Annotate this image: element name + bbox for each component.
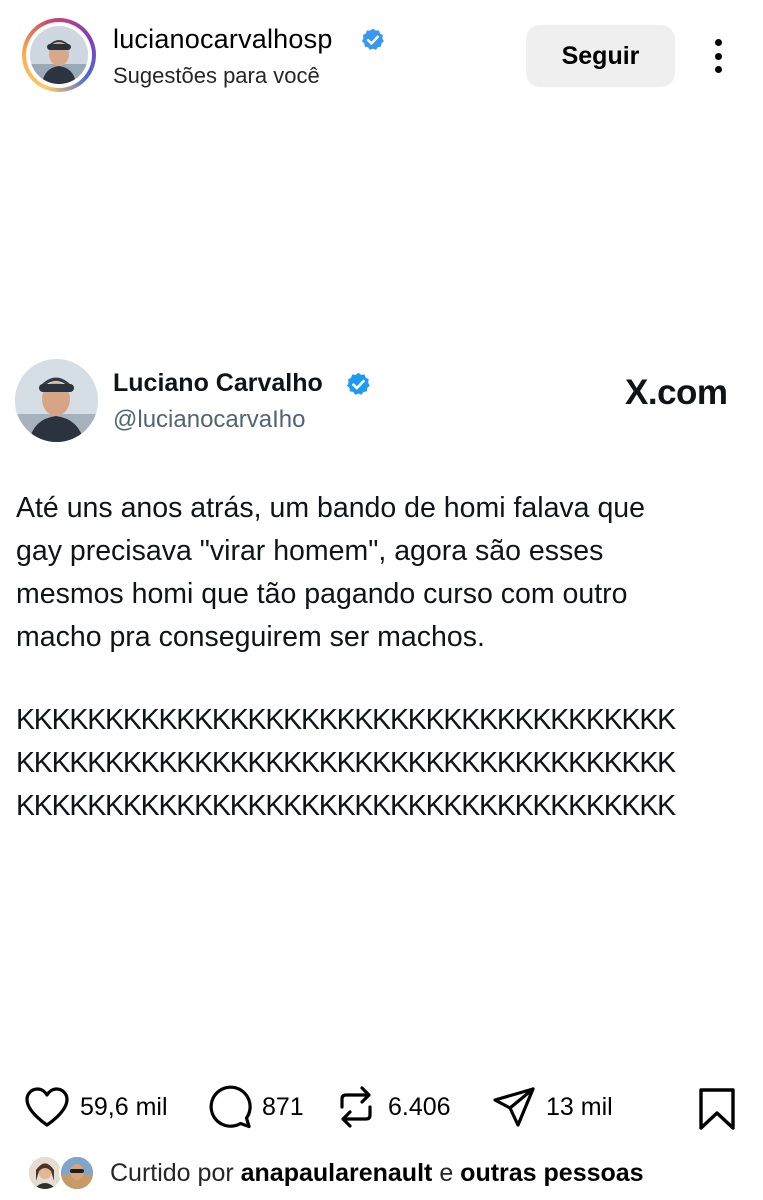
- follow-button[interactable]: Seguir: [526, 25, 675, 87]
- story-ring[interactable]: [22, 18, 96, 92]
- tweet-avatar: [15, 359, 98, 442]
- save-button[interactable]: [697, 1080, 737, 1138]
- liked-by-row[interactable]: Curtido por anapaularenault e outras pes…: [27, 1153, 757, 1193]
- like-button[interactable]: 59,6 mil: [24, 1078, 168, 1136]
- more-options-icon[interactable]: [703, 36, 733, 76]
- repost-count: 6.406: [388, 1092, 451, 1121]
- avatar[interactable]: [30, 26, 88, 84]
- tweet-text: Até uns anos atrás, um bando de homi fal…: [16, 492, 645, 653]
- tweet-source-label: X.com: [625, 373, 728, 412]
- liker-avatar-photo: [61, 1157, 93, 1189]
- tweet-verified-icon: [347, 372, 370, 395]
- comment-count: 871: [262, 1092, 304, 1121]
- liked-by-username[interactable]: anapaularenault: [241, 1159, 433, 1187]
- bookmark-icon[interactable]: [697, 1087, 737, 1131]
- action-bar: 59,6 mil 871 6.406 13 mil: [0, 1078, 763, 1136]
- send-icon[interactable]: [492, 1085, 536, 1129]
- avatar-photo: [30, 26, 88, 84]
- post-header: lucianocarvalhosp Sugestões para você Se…: [0, 0, 763, 112]
- tweet-avatar-photo: [15, 359, 98, 442]
- repost-button[interactable]: 6.406: [334, 1078, 451, 1136]
- liker-avatar: [59, 1155, 95, 1191]
- liked-by-conjunction: e: [439, 1159, 454, 1187]
- comment-icon[interactable]: [208, 1085, 252, 1129]
- verified-badge-icon: [361, 28, 384, 50]
- suggestion-label: Sugestões para você: [113, 63, 320, 88]
- liker-avatar: [27, 1155, 63, 1191]
- post-username[interactable]: lucianocarvalhosp: [113, 24, 333, 55]
- liked-by-others[interactable]: outras pessoas: [460, 1159, 643, 1187]
- liked-by-prefix: Curtido por: [110, 1159, 234, 1187]
- tweet-display-name: Luciano Carvalho: [113, 369, 323, 397]
- heart-icon[interactable]: [24, 1086, 70, 1128]
- like-count: 59,6 mil: [80, 1092, 168, 1121]
- tweet-handle: @lucianocarvaIho: [113, 406, 306, 433]
- tweet-laugh-text: KKKKKKKKKKKKKKKKKKKKKKKKKKKKKKKKKKKKK KK…: [16, 704, 676, 822]
- liker-avatar-photo: [29, 1157, 61, 1189]
- repost-icon[interactable]: [334, 1084, 378, 1130]
- comment-button[interactable]: 871: [208, 1078, 304, 1136]
- share-button[interactable]: 13 mil: [492, 1078, 613, 1136]
- liked-by-text[interactable]: Curtido por anapaularenault e outras pes…: [110, 1159, 644, 1188]
- share-count: 13 mil: [546, 1092, 613, 1121]
